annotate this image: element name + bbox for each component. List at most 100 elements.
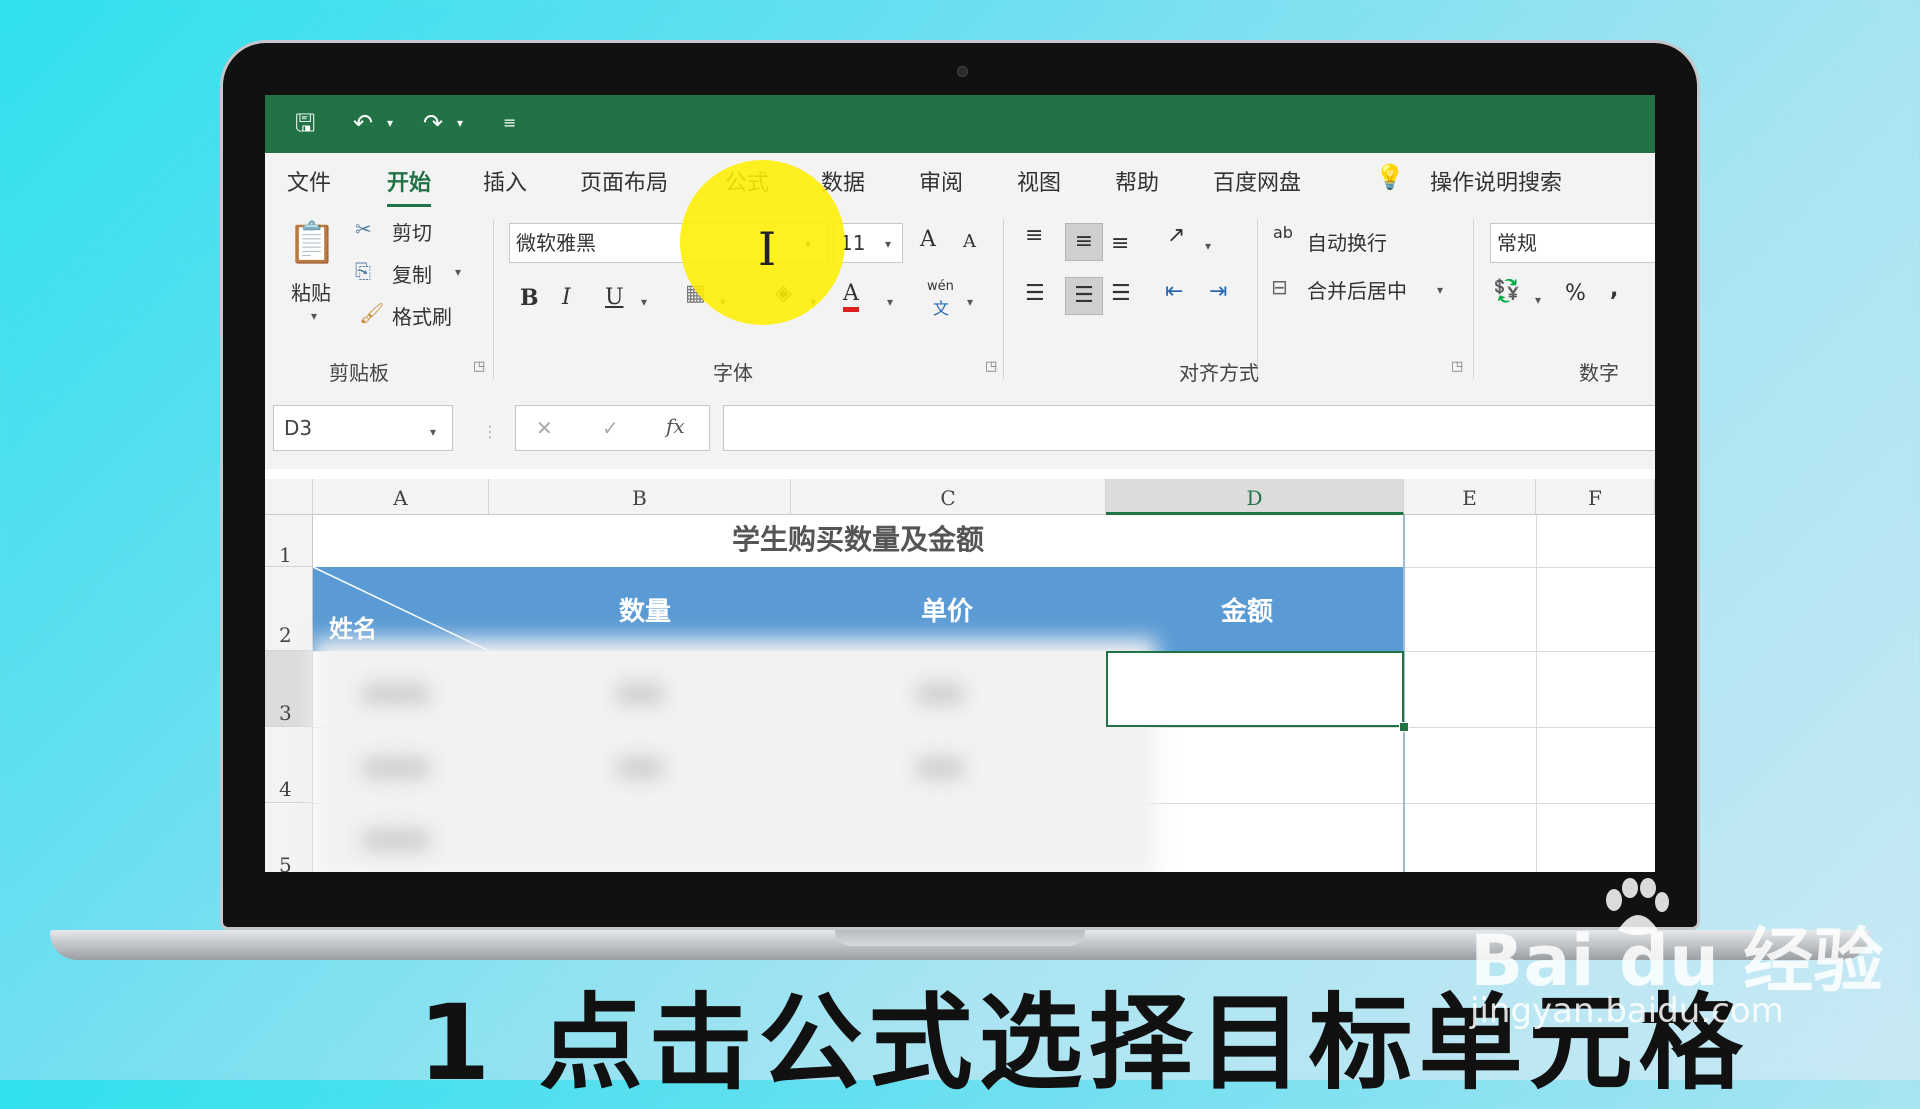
column-header-d[interactable]: D <box>1106 479 1404 515</box>
sheet-title-cell[interactable]: 学生购买数量及金额 <box>313 515 1403 567</box>
font-size-dropdown-icon[interactable]: ▾ <box>885 237 891 251</box>
tab-file[interactable]: 文件 <box>287 165 331 197</box>
header-amount[interactable]: 金额 <box>1221 591 1273 628</box>
blurred-cell <box>361 829 431 851</box>
name-box-dropdown-icon[interactable]: ▾ <box>430 425 436 439</box>
baidu-watermark: Bai du 经验 jingyan.baidu.com <box>1470 905 1883 1031</box>
column-header-e[interactable]: E <box>1404 479 1536 515</box>
tab-insert[interactable]: 插入 <box>483 165 527 197</box>
paste-dropdown-icon[interactable]: ▾ <box>311 309 317 323</box>
row-header-5[interactable]: 5 <box>265 803 313 872</box>
phonetic-dropdown-icon[interactable]: ▾ <box>967 295 973 309</box>
comma-button[interactable]: , <box>1610 277 1618 302</box>
text-cursor-icon: I <box>758 222 777 276</box>
orientation-dropdown-icon[interactable]: ▾ <box>1205 239 1211 253</box>
alignment-launcher-icon[interactable]: ◳ <box>1451 359 1463 374</box>
quick-access-toolbar: 🖫 ↶ ▾ ↷ ▾ ≡ <box>265 95 1655 153</box>
undo-icon[interactable]: ↶ <box>353 107 373 139</box>
underline-dropdown-icon[interactable]: ▾ <box>641 295 647 309</box>
header-unit-price[interactable]: 单价 <box>921 591 973 628</box>
accounting-format-icon[interactable]: 💱 <box>1493 279 1520 304</box>
align-bottom-icon[interactable]: ≡ <box>1111 231 1129 256</box>
blurred-data-region <box>313 639 1156 872</box>
tab-page-layout[interactable]: 页面布局 <box>580 165 668 197</box>
tell-me-search[interactable]: 操作说明搜索 <box>1430 165 1562 197</box>
increase-indent-icon[interactable]: ⇥ <box>1209 279 1227 304</box>
blurred-cell <box>615 757 665 779</box>
italic-button[interactable]: I <box>562 285 571 310</box>
row-header-2[interactable]: 2 <box>265 567 313 651</box>
paste-icon[interactable]: 📋 <box>287 219 337 266</box>
ribbon-separator <box>1003 219 1004 379</box>
undo-dropdown-icon[interactable]: ▾ <box>387 107 393 139</box>
save-icon[interactable]: 🖫 <box>295 107 315 139</box>
cut-button[interactable]: 剪切 <box>392 217 432 246</box>
ribbon-home: 📋 粘贴 ▾ ✂ 剪切 ⎘ 复制 ▾ 🖌 格式刷 剪贴板 ◳ 微软雅黑 ▾ 11… <box>265 209 1655 390</box>
font-color-dropdown-icon[interactable]: ▾ <box>887 295 893 309</box>
splitter-icon[interactable]: ⋮ <box>482 422 498 441</box>
align-center-icon[interactable]: ☰ <box>1065 277 1103 315</box>
active-cell-d3[interactable] <box>1106 651 1404 727</box>
merge-dropdown-icon[interactable]: ▾ <box>1437 283 1443 297</box>
tab-baidu-netdisk[interactable]: 百度网盘 <box>1213 165 1301 197</box>
header-quantity[interactable]: 数量 <box>619 591 671 628</box>
redo-dropdown-icon[interactable]: ▾ <box>457 107 463 139</box>
phonetic-guide-icon[interactable]: wén <box>927 279 954 294</box>
copy-dropdown-icon[interactable]: ▾ <box>455 265 461 279</box>
clipboard-group-label: 剪贴板 <box>329 361 389 385</box>
wrap-text-button[interactable]: 自动换行 <box>1307 227 1387 256</box>
percent-button[interactable]: % <box>1565 281 1586 306</box>
ribbon-separator <box>493 219 494 379</box>
format-painter-icon: 🖌 <box>359 301 385 325</box>
row-header-4[interactable]: 4 <box>265 727 313 803</box>
number-group-label: 数字 <box>1579 361 1619 385</box>
insert-function-icon[interactable]: fx <box>666 414 685 438</box>
font-group-label: 字体 <box>713 361 753 385</box>
font-color-button[interactable]: A <box>843 281 859 312</box>
worksheet-grid: A B C D E F 1 2 3 4 5 学生购买数量及金额 姓名 数量 单价… <box>265 469 1655 872</box>
enter-icon[interactable]: ✓ <box>602 416 619 440</box>
formula-input[interactable] <box>723 405 1655 451</box>
align-left-icon[interactable]: ☰ <box>1025 281 1045 306</box>
column-header-b[interactable]: B <box>489 479 791 515</box>
row-header-3[interactable]: 3 <box>265 651 313 727</box>
align-right-icon[interactable]: ☰ <box>1111 281 1131 306</box>
clipboard-launcher-icon[interactable]: ◳ <box>473 359 485 374</box>
wrap-text-icon: ab <box>1273 223 1293 242</box>
redo-icon[interactable]: ↷ <box>423 107 443 139</box>
decrease-indent-icon[interactable]: ⇤ <box>1165 279 1183 304</box>
customize-qat-icon[interactable]: ≡ <box>503 107 516 139</box>
align-top-icon[interactable]: ≡ <box>1025 223 1043 248</box>
copy-button[interactable]: 复制 <box>392 259 432 288</box>
blurred-cell <box>361 683 431 705</box>
font-launcher-icon[interactable]: ◳ <box>985 359 997 374</box>
orientation-icon[interactable]: ↗ <box>1167 223 1185 248</box>
column-header-c[interactable]: C <box>791 479 1106 515</box>
blurred-cell <box>915 683 965 705</box>
merge-center-button[interactable]: 合并后居中 <box>1307 275 1407 304</box>
tab-view[interactable]: 视图 <box>1017 165 1061 197</box>
accounting-dropdown-icon[interactable]: ▾ <box>1535 293 1541 307</box>
tab-help[interactable]: 帮助 <box>1115 165 1159 197</box>
format-painter-button[interactable]: 格式刷 <box>392 301 452 330</box>
number-format-select[interactable]: 常规 <box>1490 223 1655 263</box>
name-box[interactable]: D3 <box>273 405 453 451</box>
tab-home[interactable]: 开始 <box>387 165 432 207</box>
paste-button[interactable]: 粘贴 <box>291 277 331 306</box>
tab-review[interactable]: 审阅 <box>919 165 963 197</box>
fill-handle[interactable] <box>1399 722 1409 732</box>
column-header-a[interactable]: A <box>313 479 489 515</box>
blurred-cell <box>361 757 431 779</box>
align-middle-icon[interactable]: ≡ <box>1065 223 1103 261</box>
shrink-font-button[interactable]: A <box>963 231 976 252</box>
bold-button[interactable]: B <box>520 285 539 311</box>
excel-window: 🖫 ↶ ▾ ↷ ▾ ≡ 文件 开始 插入 页面布局 公式 数据 审阅 视图 帮助… <box>265 95 1655 872</box>
cancel-icon[interactable]: ✕ <box>536 416 553 440</box>
blurred-cell <box>915 757 965 779</box>
column-header-f[interactable]: F <box>1536 479 1655 515</box>
underline-button[interactable]: U <box>605 285 624 310</box>
select-all-corner[interactable] <box>265 479 313 515</box>
row-header-1[interactable]: 1 <box>265 515 313 567</box>
grow-font-button[interactable]: A <box>920 227 936 252</box>
ribbon-tabs: 文件 开始 插入 页面布局 公式 数据 审阅 视图 帮助 百度网盘 💡 操作说明… <box>265 153 1655 209</box>
